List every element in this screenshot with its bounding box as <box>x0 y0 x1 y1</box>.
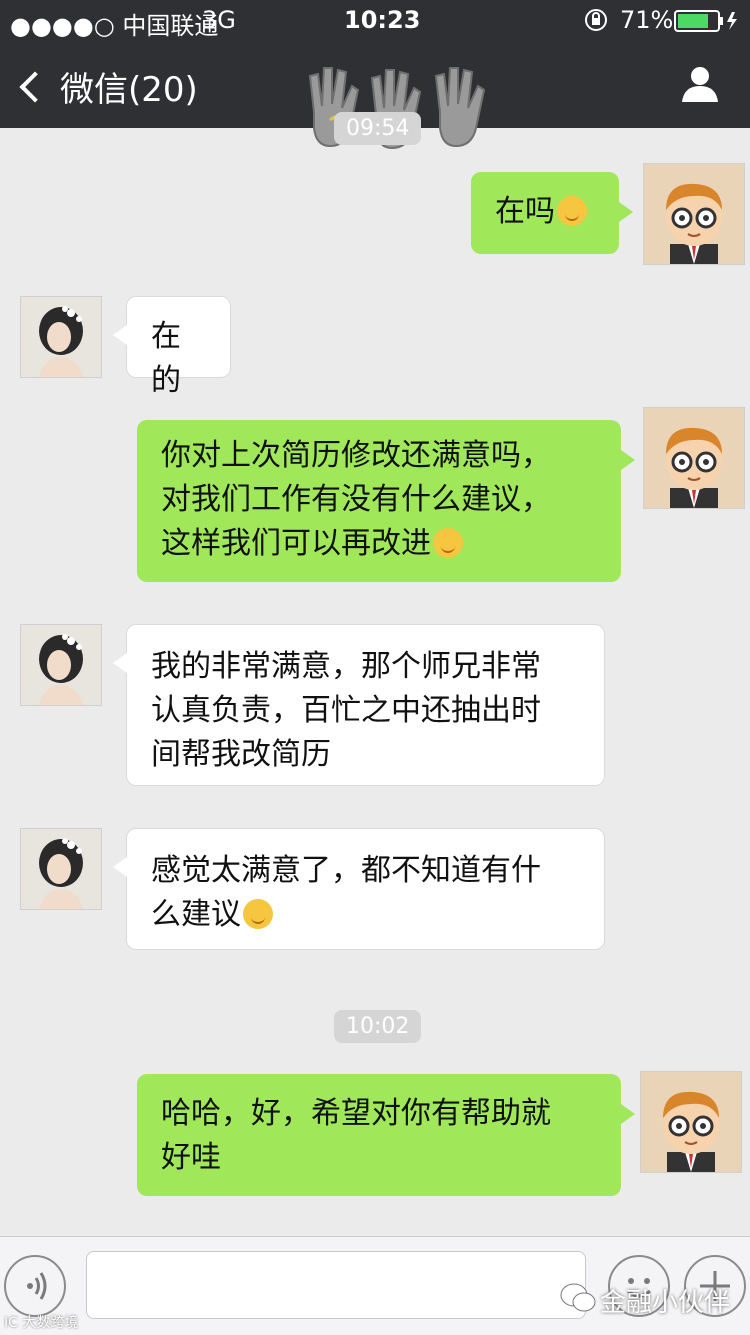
message-line: 对我们工作有没有什么建议， <box>161 482 551 517</box>
message-bubble-sent[interactable]: 哈哈，好，希望对你有帮助就 好哇 <box>137 1074 635 1196</box>
message-line: 认真负责，百忙之中还抽出时 <box>151 693 541 728</box>
message-line: 么建议 <box>151 897 241 932</box>
wechat-logo-icon <box>560 1282 596 1318</box>
message-line: 感觉太满意了，都不知道有什 <box>151 853 541 888</box>
watermark-small-text: IC 大数跨境 <box>4 1315 79 1331</box>
cartoon-man-avatar-icon <box>644 408 744 508</box>
message-line: 间帮我改简历 <box>151 737 331 772</box>
message-line: 哈哈，好，希望对你有帮助就 <box>161 1096 551 1131</box>
woman-portrait-avatar-icon <box>21 297 101 377</box>
rotation-lock-icon <box>584 8 608 38</box>
battery-icon <box>674 10 744 38</box>
thinking-emoji-icon <box>433 528 463 558</box>
message-line: 我的非常满意，那个师兄非常 <box>151 649 541 684</box>
message-line: 你对上次简历修改还满意吗， <box>161 438 551 473</box>
voice-wave-icon <box>27 1272 47 1300</box>
cartoon-man-avatar-icon <box>641 1072 741 1172</box>
message-bubble-sent[interactable]: 在吗 <box>471 172 633 254</box>
my-avatar[interactable] <box>640 1071 742 1173</box>
message-text: 在的 <box>151 319 181 398</box>
my-avatar[interactable] <box>643 163 745 265</box>
message-text: 在吗 <box>495 194 555 229</box>
contact-info-icon[interactable] <box>680 64 720 104</box>
thinking-emoji-icon <box>243 899 273 929</box>
timestamp: 09:54 <box>334 112 422 145</box>
message-line: 好哇 <box>161 1140 221 1175</box>
cartoon-man-avatar-icon <box>644 164 744 264</box>
message-bubble-received[interactable]: 在的 <box>113 296 231 398</box>
contact-avatar[interactable] <box>20 296 102 378</box>
smile-emoji-icon <box>557 196 587 226</box>
message-input[interactable] <box>86 1251 586 1319</box>
message-line: 这样我们可以再改进 <box>161 526 431 561</box>
my-avatar[interactable] <box>643 407 745 509</box>
battery-percent: 71% <box>620 6 674 34</box>
contact-avatar[interactable] <box>20 828 102 910</box>
clock: 10:23 <box>344 6 421 34</box>
voice-button[interactable] <box>4 1255 66 1317</box>
status-bar: ●●●●○ 中国联通 3G 10:23 71% <box>0 0 750 40</box>
message-bubble-received[interactable]: 我的非常满意，那个师兄非常 认真负责，百忙之中还抽出时 间帮我改简历 <box>113 624 605 786</box>
back-button[interactable]: 微信(20) <box>18 62 198 111</box>
carrier-label: ●●●●○ 中国联通 <box>10 12 219 40</box>
watermark-text: 金融小伙伴 <box>600 1288 731 1318</box>
back-label: 微信(20) <box>60 70 198 110</box>
message-bubble-received[interactable]: 感觉太满意了，都不知道有什 么建议 <box>113 828 605 950</box>
woman-portrait-avatar-icon <box>21 829 101 909</box>
woman-portrait-avatar-icon <box>21 625 101 705</box>
timestamp: 10:02 <box>334 1010 422 1043</box>
chevron-left-icon <box>19 70 51 103</box>
contact-avatar[interactable] <box>20 624 102 706</box>
message-bubble-sent[interactable]: 你对上次简历修改还满意吗， 对我们工作有没有什么建议， 这样我们可以再改进 <box>137 420 635 582</box>
network-label: 3G <box>202 6 236 34</box>
